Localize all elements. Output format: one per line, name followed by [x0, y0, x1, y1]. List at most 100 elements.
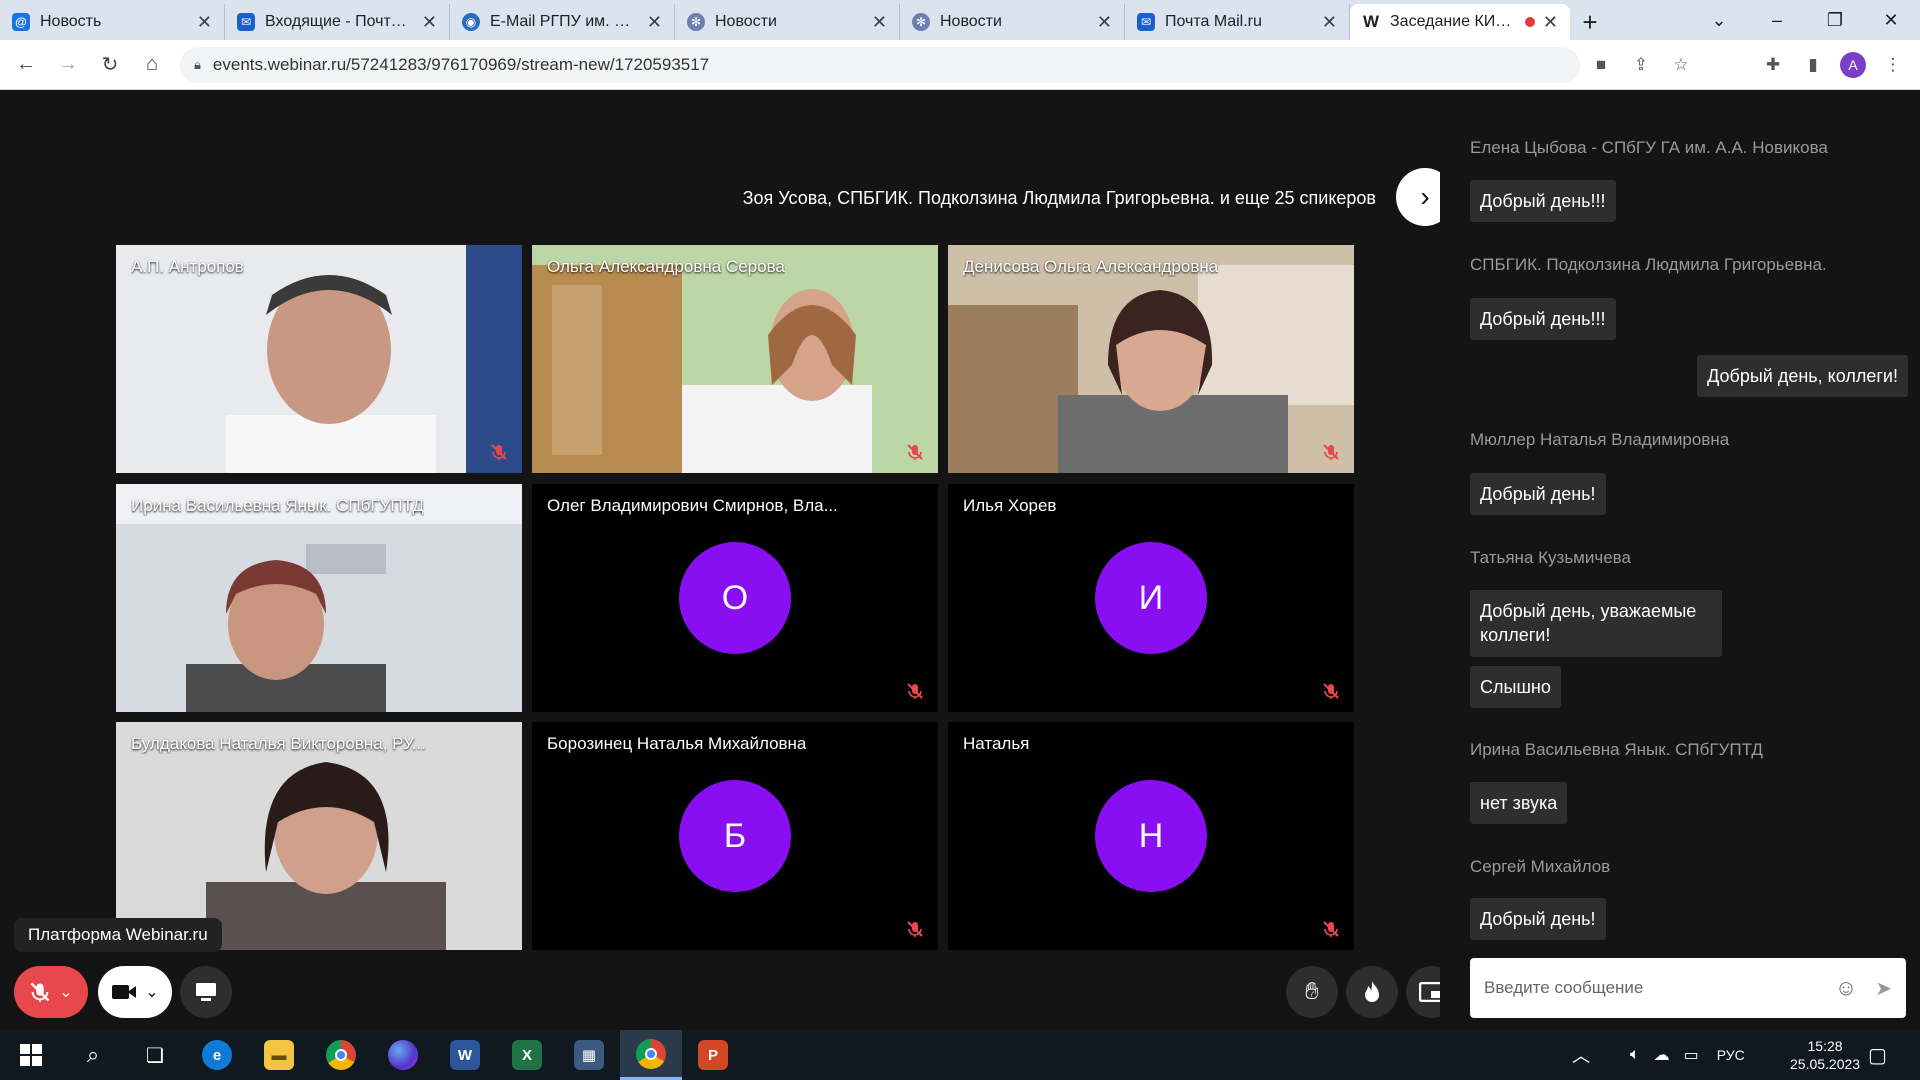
browser-tab-1[interactable]: ✉ Входящие - Почта Mail.ru ✕ [225, 4, 450, 40]
taskbar-excel[interactable]: X [496, 1030, 558, 1080]
camera-toggle-button[interactable]: ⌄ [98, 966, 172, 1018]
taskbar-powerpoint[interactable]: P [682, 1030, 744, 1080]
calculator-icon: ▦ [574, 1040, 604, 1070]
browser-tab-4[interactable]: ✻ Новости ✕ [900, 4, 1125, 40]
chat-panel: Елена Цыбова - СПбГУ ГА им. А.А. Новиков… [1440, 90, 1920, 1030]
menu-dots-icon[interactable]: ⋮ [1880, 52, 1906, 78]
close-icon[interactable]: ✕ [197, 12, 212, 33]
chat-message-input[interactable]: Введите сообщение ☺ ➤ [1470, 958, 1906, 1018]
video-tile-7[interactable]: Борозинец Наталья Михайловна Б [532, 722, 938, 950]
chat-author: Ирина Васильевна Янык. СПбГУПТД [1470, 740, 1763, 759]
new-tab-button[interactable]: + [1570, 4, 1610, 40]
close-icon[interactable]: ✕ [1097, 12, 1112, 33]
participant-name: Наталья [963, 734, 1030, 753]
window-close-button[interactable]: ✕ [1862, 0, 1920, 40]
chat-message: Добрый день, уважаемые коллеги! [1470, 590, 1722, 657]
send-icon[interactable]: ➤ [1875, 976, 1892, 1001]
avatar[interactable]: A [1840, 52, 1866, 78]
video-tile-8[interactable]: Наталья Н [948, 722, 1354, 950]
taskbar-chrome-active[interactable] [620, 1030, 682, 1080]
close-icon[interactable]: ✕ [1543, 12, 1558, 33]
participant-video [532, 245, 938, 473]
globe-mail-icon: ◉ [462, 13, 480, 31]
system-tray: ︿ 🔈︎ ☁ ▭ РУС [1572, 1030, 1767, 1080]
close-icon[interactable]: ✕ [1322, 12, 1337, 33]
mic-toggle-button[interactable]: ⌄ [14, 966, 88, 1018]
extension-puzzle-icon[interactable]: ✚ [1760, 52, 1786, 78]
browser-tab-2[interactable]: ◉ E-Mail РГПУ им. А. И. Герцена ✕ [450, 4, 675, 40]
chat-message: нет звука [1470, 782, 1568, 825]
mail-envelope-icon: ✉ [1137, 13, 1155, 31]
powerpoint-icon: P [698, 1040, 728, 1070]
bookmark-star-icon[interactable]: ☆ [1668, 52, 1694, 78]
participant-name: Денисова Ольга Александровна [963, 257, 1219, 276]
reaction-button[interactable] [1346, 966, 1398, 1018]
emoji-icon[interactable]: ☺ [1835, 975, 1857, 1001]
browser-tab-6[interactable]: W Заседание КИО СЗ ✕ [1350, 4, 1570, 40]
video-tile-3[interactable]: Ирина Васильевна Янык. СПбГУПТД [116, 484, 522, 712]
clock-date: 25.05.2023 [1790, 1056, 1861, 1072]
browser-tab-3[interactable]: ✻ Новости ✕ [675, 4, 900, 40]
tab-search-chevron-icon[interactable]: ⌄ [1690, 0, 1748, 40]
close-icon[interactable]: ✕ [647, 12, 662, 33]
notifications-button[interactable]: ▢ [1868, 1030, 1887, 1080]
chevron-down-icon[interactable]: ⌄ [59, 982, 72, 1002]
mic-muted-icon [907, 683, 923, 699]
back-button[interactable]: ← [6, 45, 46, 85]
network-icon[interactable]: ▭ [1684, 1045, 1699, 1065]
cloud-icon[interactable]: ☁ [1654, 1045, 1670, 1065]
chevron-up-icon[interactable]: ︿ [1572, 1042, 1590, 1068]
stream-stage: Зоя Усова, СПБГИК. Подколзина Людмила Гр… [0, 90, 1454, 1030]
video-tile-1[interactable]: Ольга Александровна Серова [532, 245, 938, 473]
participant-name: Булдакова Наталья Викторовна, РУ... [131, 734, 426, 753]
tab-label: Входящие - Почта Mail.ru [265, 13, 414, 30]
screen-share-button[interactable] [180, 966, 232, 1018]
flame-icon [1365, 981, 1379, 1002]
speakers-line: Зоя Усова, СПБГИК. Подколзина Людмила Гр… [742, 188, 1376, 208]
orb-app-icon [388, 1040, 418, 1070]
camera-in-use-icon[interactable]: ■ [1588, 52, 1614, 78]
raise-hand-button[interactable]: ✋︎ [1286, 966, 1338, 1018]
gear-icon: ✻ [912, 13, 930, 31]
browser-tab-0[interactable]: @ Новость ✕ [0, 4, 225, 40]
task-view-button[interactable]: ❏ [124, 1030, 186, 1080]
share-icon[interactable]: ⇪ [1628, 52, 1654, 78]
minimize-button[interactable]: – [1748, 0, 1806, 40]
url-field[interactable]: 🔒︎ events.webinar.ru/57241283/976170969/… [180, 47, 1580, 83]
maximize-button[interactable]: ❐ [1806, 0, 1864, 40]
taskbar-explorer[interactable]: ▬ [248, 1030, 310, 1080]
participant-video [116, 245, 522, 473]
browser-tab-5[interactable]: ✉ Почта Mail.ru ✕ [1125, 4, 1350, 40]
chat-author: Елена Цыбова - СПбГУ ГА им. А.А. Новиков… [1470, 138, 1828, 157]
volume-icon[interactable]: 🔈︎ [1630, 1046, 1640, 1064]
chat-message: Слышно [1470, 666, 1561, 709]
video-tile-4[interactable]: Олег Владимирович Смирнов, Вла... О [532, 484, 938, 712]
chat-author: СПБГИК. Подколзина Людмила Григорьевна. [1470, 255, 1827, 274]
forward-button[interactable]: → [48, 45, 88, 85]
home-button[interactable]: ⌂ [132, 45, 172, 85]
folder-icon: ▬ [264, 1040, 294, 1070]
video-tile-5[interactable]: Илья Хорев И [948, 484, 1354, 712]
video-tile-0[interactable]: А.П. Антропов [116, 245, 522, 473]
search-button[interactable]: ⌕ [62, 1030, 124, 1080]
chevron-down-icon[interactable]: ⌄ [145, 982, 158, 1002]
excel-icon: X [512, 1040, 542, 1070]
reload-button[interactable]: ↻ [90, 45, 130, 85]
clock[interactable]: 15:28 25.05.2023 [1790, 1030, 1860, 1080]
taskbar-app-orb[interactable] [372, 1030, 434, 1080]
gear-icon: ✻ [687, 13, 705, 31]
close-icon[interactable]: ✕ [422, 12, 437, 33]
taskbar-word[interactable]: W [434, 1030, 496, 1080]
video-tile-6[interactable]: Булдакова Наталья Викторовна, РУ... [116, 722, 522, 950]
taskbar-chrome[interactable] [310, 1030, 372, 1080]
side-panel-icon[interactable]: ▮ [1800, 52, 1826, 78]
taskbar-edge[interactable]: e [186, 1030, 248, 1080]
language-indicator[interactable]: РУС [1717, 1047, 1745, 1063]
start-button[interactable] [0, 1030, 62, 1080]
mic-muted-icon [1323, 921, 1339, 937]
mic-muted-icon [491, 444, 507, 460]
close-icon[interactable]: ✕ [872, 12, 887, 33]
lock-icon: 🔒︎ [194, 57, 201, 72]
taskbar-calculator[interactable]: ▦ [558, 1030, 620, 1080]
video-tile-2[interactable]: Денисова Ольга Александровна [948, 245, 1354, 473]
